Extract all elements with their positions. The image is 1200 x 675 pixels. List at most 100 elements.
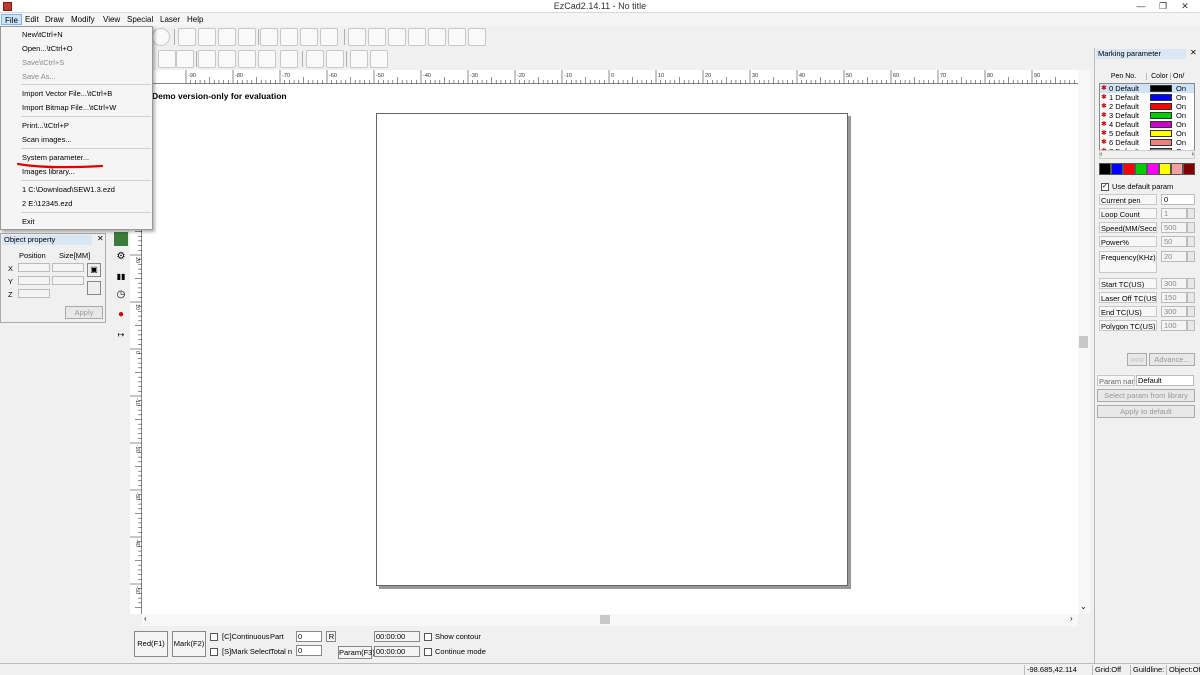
- use-default-checkbox[interactable]: ✓: [1101, 183, 1109, 191]
- calculator-icon[interactable]: [300, 28, 318, 46]
- cut-icon[interactable]: [280, 28, 298, 46]
- spinner-icon[interactable]: [1187, 292, 1195, 303]
- pen-state[interactable]: On: [1176, 84, 1186, 93]
- spinner-icon[interactable]: [1187, 320, 1195, 331]
- param-value-input[interactable]: 100: [1161, 320, 1187, 331]
- reset-button[interactable]: R: [326, 631, 336, 642]
- y-position-input[interactable]: [18, 276, 50, 285]
- vertical-scrollbar[interactable]: ⌄: [1078, 70, 1090, 614]
- zoom-out-icon[interactable]: [408, 28, 426, 46]
- select-param-library-button[interactable]: Select param from library: [1097, 389, 1195, 402]
- pen-no-header[interactable]: Pen No.: [1101, 73, 1147, 80]
- spinner-icon[interactable]: [1187, 306, 1195, 317]
- pen-row[interactable]: ✱ 3 Default On: [1100, 111, 1194, 120]
- palette-swatch[interactable]: [1159, 163, 1171, 175]
- chevron-left-icon[interactable]: ‹: [144, 614, 147, 623]
- param-button[interactable]: Param(F3): [338, 646, 375, 659]
- close-icon[interactable]: ✕: [1190, 48, 1197, 57]
- spinner-icon[interactable]: [1187, 222, 1195, 233]
- chevron-down-icon[interactable]: ⌄: [1080, 602, 1087, 611]
- menu-edit[interactable]: Edit: [22, 14, 42, 25]
- node-join-icon[interactable]: [238, 28, 256, 46]
- pen-row[interactable]: ✱ 6 Default On: [1100, 138, 1194, 147]
- palette-swatch[interactable]: [1147, 163, 1159, 175]
- zoom-fit-icon[interactable]: [388, 28, 406, 46]
- pen-color-swatch[interactable]: [1150, 139, 1172, 146]
- spinner-icon[interactable]: [1187, 251, 1195, 262]
- lock-all-icon[interactable]: [218, 50, 236, 68]
- param-value-input[interactable]: 0: [1161, 194, 1195, 205]
- z-position-input[interactable]: [18, 289, 50, 298]
- menu-item-exit[interactable]: Exit: [22, 217, 35, 227]
- barcode-icon[interactable]: ▮▮: [114, 270, 128, 284]
- menu-item-import-vector[interactable]: Import Vector File...\tCtrl+B: [22, 89, 112, 99]
- color-header[interactable]: Color: [1149, 73, 1171, 80]
- menu-item-new[interactable]: New\tCtrl+N: [22, 30, 63, 40]
- pen-color-swatch[interactable]: [1150, 121, 1172, 128]
- param-value-input[interactable]: 50: [1161, 236, 1187, 247]
- spinner-icon[interactable]: [1187, 236, 1195, 247]
- param-value-input[interactable]: 300: [1161, 278, 1187, 289]
- vector-file-icon[interactable]: ⚙: [114, 250, 128, 264]
- continuous-checkbox[interactable]: [210, 633, 218, 641]
- apply-to-default-button[interactable]: Apply to default: [1097, 405, 1195, 418]
- apply-button[interactable]: Apply: [65, 306, 103, 319]
- pen-state[interactable]: On: [1176, 138, 1186, 147]
- input-port-icon[interactable]: ●: [114, 308, 128, 322]
- zoom-window-icon[interactable]: [368, 28, 386, 46]
- part-input[interactable]: 0: [296, 631, 322, 642]
- x-position-input[interactable]: [18, 263, 50, 272]
- advance-button[interactable]: Advance...: [1149, 353, 1195, 366]
- lock-icon[interactable]: ▣: [87, 263, 101, 277]
- param-value-input[interactable]: 20: [1161, 251, 1187, 262]
- menu-item-open[interactable]: Open...\tCtrl+O: [22, 44, 73, 54]
- menu-item-recent-2[interactable]: 2 E:\12345.ezd: [22, 199, 72, 209]
- menu-modify[interactable]: Modify: [68, 14, 98, 25]
- menu-help[interactable]: Help: [184, 14, 206, 25]
- horizontal-scrollbar[interactable]: ‹ ›: [142, 614, 1078, 626]
- param-name-input[interactable]: Default: [1136, 375, 1194, 386]
- select-icon[interactable]: [158, 50, 176, 68]
- x-size-input[interactable]: [52, 263, 84, 272]
- continue-mode-checkbox[interactable]: [424, 648, 432, 656]
- pen-row[interactable]: ✱ 4 Default On: [1100, 120, 1194, 129]
- pen-state[interactable]: On: [1176, 102, 1186, 111]
- lock-icon[interactable]: [198, 50, 216, 68]
- pen-color-swatch[interactable]: [1150, 103, 1172, 110]
- palette-swatch[interactable]: [1183, 163, 1195, 175]
- param-value-input[interactable]: 1: [1161, 208, 1187, 219]
- show-contour-checkbox[interactable]: [424, 633, 432, 641]
- scroll-thumb[interactable]: [600, 615, 610, 624]
- pen-color-swatch[interactable]: [1150, 85, 1172, 92]
- hatch-icon[interactable]: [260, 28, 278, 46]
- mirror-v-icon[interactable]: [326, 50, 344, 68]
- menu-view[interactable]: View: [100, 14, 123, 25]
- spinner-icon[interactable]: [1187, 208, 1195, 219]
- node-select-icon[interactable]: [198, 28, 216, 46]
- mark-button[interactable]: Mark(F2): [172, 631, 206, 657]
- total-input[interactable]: 0: [296, 645, 322, 656]
- output-port-icon[interactable]: ↦: [114, 328, 128, 342]
- scroll-thumb[interactable]: [1079, 336, 1088, 348]
- menu-item-scan-images[interactable]: Scan images...: [22, 135, 72, 145]
- pen-color-swatch[interactable]: [1150, 130, 1172, 137]
- pen-row[interactable]: ✱ 1 Default On: [1100, 93, 1194, 102]
- pen-state[interactable]: On: [1176, 129, 1186, 138]
- node-move-icon[interactable]: [218, 28, 236, 46]
- pen-color-swatch[interactable]: [1150, 112, 1172, 119]
- param-value-input[interactable]: 150: [1161, 292, 1187, 303]
- palette-swatch[interactable]: [1135, 163, 1147, 175]
- bitmap-icon[interactable]: [114, 232, 128, 246]
- menu-item-print[interactable]: Print...\tCtrl+P: [22, 121, 69, 131]
- menu-draw[interactable]: Draw: [42, 14, 67, 25]
- pen-state[interactable]: On: [1176, 93, 1186, 102]
- pen-state[interactable]: On: [1176, 120, 1186, 129]
- zoom-in-icon[interactable]: [348, 28, 366, 46]
- palette-swatch[interactable]: [1099, 163, 1111, 175]
- menu-item-recent-1[interactable]: 1 C:\Download\SEW1.3.ezd: [22, 185, 115, 195]
- close-icon[interactable]: ✕: [97, 234, 104, 243]
- palette-swatch[interactable]: [1171, 163, 1183, 175]
- timer-icon[interactable]: ◷: [114, 288, 128, 302]
- pen-list-hscroll[interactable]: ‹ ›: [1099, 150, 1195, 159]
- pen-list[interactable]: ✱ 0 Default On ✱ 1 Default On ✱ 2 Default On ✱ 3 D…: [1099, 83, 1195, 159]
